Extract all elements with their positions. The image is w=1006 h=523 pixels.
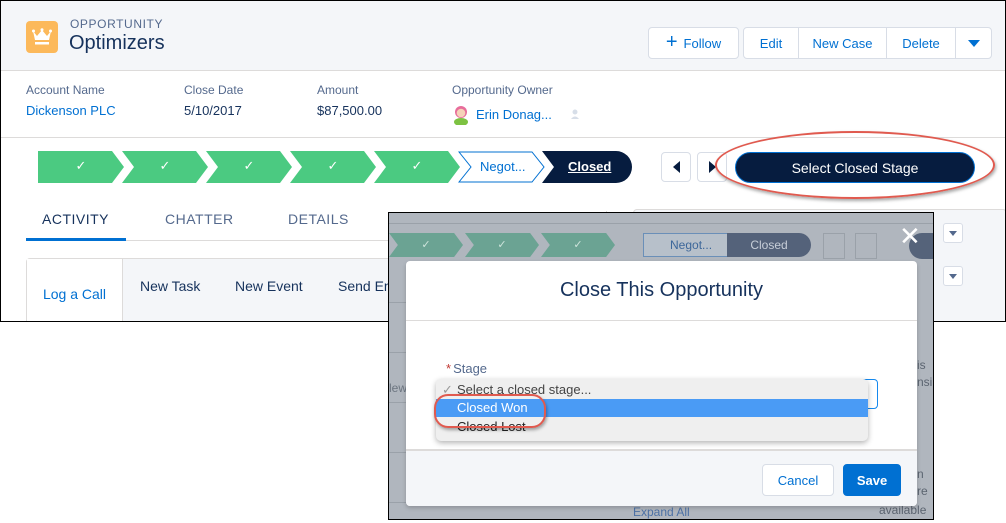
- avatar: [454, 106, 468, 125]
- select-closed-stage-button[interactable]: Select Closed Stage: [735, 152, 975, 183]
- tab-activity[interactable]: ACTIVITY: [42, 211, 109, 227]
- more-actions-button[interactable]: [956, 28, 991, 58]
- modal-title: Close This Opportunity: [559, 279, 764, 301]
- card-menu-button[interactable]: [943, 223, 963, 243]
- crown-icon: [26, 21, 58, 53]
- backdrop-text: n: [917, 467, 924, 481]
- backdrop-nav-left: [823, 233, 845, 259]
- activity-tab-send-email[interactable]: Send Em: [338, 259, 396, 313]
- delete-button[interactable]: Delete: [887, 28, 956, 58]
- highlight-label: Amount: [317, 83, 359, 97]
- modal-footer: Cancel Save: [406, 449, 917, 506]
- stage-option-placeholder[interactable]: ✓ Select a closed stage...: [436, 381, 868, 399]
- required-indicator: *: [446, 361, 452, 376]
- account-name-link[interactable]: Dickenson PLC: [26, 103, 116, 118]
- card-menu-button[interactable]: [943, 266, 963, 286]
- highlight-account-name: Account Name Dickenson PLC: [26, 83, 116, 118]
- path-step-complete[interactable]: ✓: [38, 151, 124, 183]
- new-case-button[interactable]: New Case: [799, 28, 887, 58]
- path-step-label: Closed: [568, 159, 612, 174]
- plus-icon: +: [665, 31, 678, 53]
- option-label: Closed Won: [457, 400, 528, 415]
- tab-details[interactable]: DETAILS: [288, 211, 349, 227]
- backdrop-divider: [389, 223, 933, 224]
- check-icon: ✓: [442, 382, 453, 397]
- backdrop-path-closed: Closed: [727, 233, 811, 257]
- page-header: OPPORTUNITY Optimizers + Follow Edit New…: [1, 1, 1005, 71]
- check-icon: ✓: [159, 158, 171, 173]
- chevron-down-icon: [967, 39, 980, 47]
- highlight-label: Opportunity Owner: [452, 83, 553, 97]
- check-icon: ✓: [411, 158, 423, 173]
- stage-field-label: * Stage: [446, 361, 487, 376]
- activity-tab-log-a-call[interactable]: Log a Call: [27, 259, 123, 321]
- path-step-complete[interactable]: ✓: [206, 151, 292, 183]
- tab-chatter[interactable]: CHATTER: [165, 211, 234, 227]
- path-step-complete[interactable]: ✓: [122, 151, 208, 183]
- backdrop-expand-all: Expand All: [633, 505, 690, 519]
- modal-header: Close This Opportunity: [406, 261, 917, 321]
- chevron-down-icon: [949, 273, 957, 279]
- check-icon: ✓: [327, 158, 339, 173]
- highlights-panel: Account Name Dickenson PLC Close Date 5/…: [1, 71, 1005, 138]
- active-tab-indicator: [26, 238, 126, 241]
- path-scroll-right-button[interactable]: [697, 152, 727, 182]
- option-label: Closed Lost: [457, 419, 526, 434]
- cancel-button[interactable]: Cancel: [762, 464, 834, 496]
- screenshot-canvas: OPPORTUNITY Optimizers + Follow Edit New…: [0, 0, 1006, 523]
- activity-tab-new-event[interactable]: New Event: [235, 259, 303, 313]
- sales-path: ✓ ✓ ✓ ✓ ✓ Negot... Closed: [38, 151, 632, 183]
- follow-label: Follow: [683, 35, 722, 51]
- close-opportunity-modal: Close This Opportunity * Stage ✓ Select a…: [406, 261, 917, 506]
- stage-option-closed-lost[interactable]: Closed Lost: [436, 418, 868, 436]
- activity-composer: Log a Call New Task New Event Send Em: [26, 258, 406, 321]
- record-type-label: OPPORTUNITY: [70, 17, 164, 31]
- path-step-complete[interactable]: ✓: [290, 151, 376, 183]
- backdrop-text: nsi: [917, 375, 933, 389]
- check-icon: ✓: [75, 158, 87, 173]
- backdrop-text: is: [917, 358, 926, 372]
- backdrop-path: ✓ ✓ ✓: [389, 233, 617, 257]
- stage-dropdown-list: ✓ Select a closed stage... Closed Won Cl…: [436, 379, 868, 441]
- close-modal-icon[interactable]: ✕: [899, 223, 921, 249]
- backdrop-text: re: [917, 484, 928, 498]
- owner-value: Erin Donag...: [452, 103, 582, 125]
- record-actions-group: Edit New Case Delete: [743, 27, 992, 59]
- backdrop-nav-right: [855, 233, 877, 259]
- amount-value: $87,500.00: [317, 103, 383, 118]
- chevron-left-icon: [672, 161, 680, 173]
- change-owner-icon[interactable]: [570, 108, 582, 120]
- activity-tab-new-task[interactable]: New Task: [140, 259, 200, 313]
- backdrop-text: lew: [389, 381, 408, 395]
- highlight-owner: Opportunity Owner Erin Donag...: [452, 83, 582, 125]
- close-date-value: 5/10/2017: [184, 103, 242, 118]
- stage-option-closed-won[interactable]: Closed Won: [436, 399, 868, 417]
- edit-button[interactable]: Edit: [744, 28, 799, 58]
- path-scroll-left-button[interactable]: [661, 152, 691, 182]
- record-title: Optimizers: [69, 32, 165, 54]
- follow-button[interactable]: + Follow: [648, 27, 739, 59]
- path-step-complete[interactable]: ✓: [374, 151, 460, 183]
- highlight-close-date: Close Date 5/10/2017: [184, 83, 243, 118]
- highlight-amount: Amount $87,500.00: [317, 83, 382, 118]
- option-label: Select a closed stage...: [457, 382, 592, 397]
- path-step-label: Negot...: [480, 159, 526, 174]
- stage-label-text: Stage: [453, 361, 488, 376]
- chevron-down-icon: [949, 230, 957, 236]
- path-step-closed[interactable]: Closed: [542, 151, 632, 183]
- owner-name-link[interactable]: Erin Donag...: [476, 107, 552, 122]
- close-opportunity-modal-screenshot: ✓ ✓ ✓ Negot... Closed lew is nsi n re av…: [388, 212, 934, 520]
- backdrop-path-step: ✓: [465, 233, 539, 257]
- backdrop-path-step: ✓: [541, 233, 615, 257]
- chevron-right-icon: [708, 161, 716, 173]
- backdrop-path-current: Negot...: [643, 233, 729, 257]
- save-button[interactable]: Save: [843, 464, 901, 496]
- check-icon: ✓: [243, 158, 255, 173]
- highlight-label: Account Name: [26, 83, 105, 97]
- path-step-current[interactable]: Negot...: [458, 151, 545, 183]
- highlight-label: Close Date: [184, 83, 244, 97]
